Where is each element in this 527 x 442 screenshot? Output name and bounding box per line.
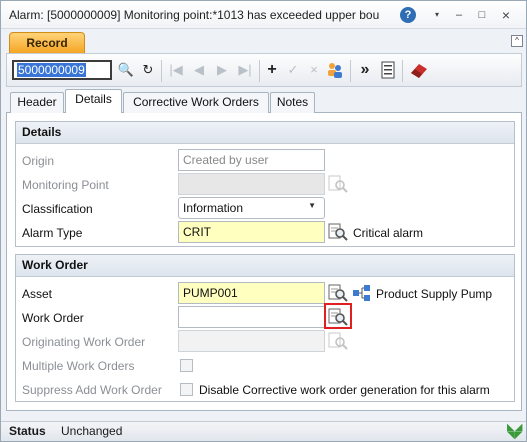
alarm-type-description: Critical alarm <box>353 226 424 240</box>
tab-notes[interactable]: Notes <box>270 92 315 113</box>
originating-work-order-label: Originating Work Order <box>22 335 146 349</box>
classification-select[interactable]: Information ▼ <box>178 197 325 219</box>
classification-label: Classification <box>22 202 93 216</box>
next-record-icon[interactable]: ▶ <box>213 61 231 79</box>
work-order-lookup-icon[interactable] <box>328 307 348 327</box>
more-actions-icon[interactable]: » <box>356 61 374 79</box>
monitoring-point-field[interactable] <box>178 173 325 195</box>
status-value: Unchanged <box>61 424 123 438</box>
chevron-down-icon: ▼ <box>308 201 316 210</box>
toolbar-separator <box>161 60 162 82</box>
cancel-x-icon[interactable]: × <box>305 61 323 79</box>
collapse-ribbon-icon[interactable]: ^ <box>511 35 523 47</box>
record-id-value: 5000000009 <box>17 63 86 77</box>
tab-details[interactable]: Details <box>65 89 122 114</box>
multiple-work-orders-label: Multiple Work Orders <box>22 359 135 373</box>
work-order-section-heading: Work Order <box>16 255 514 277</box>
tab-corrective-work-orders[interactable]: Corrective Work Orders <box>123 92 269 113</box>
record-toolbar: 5000000009 🔍 ↻ |◀ ◀ ▶ ▶| + ✓ × » <box>6 53 522 87</box>
title-bar[interactable]: Alarm: [5000000009] Monitoring point:*10… <box>1 1 526 29</box>
alarm-window: Alarm: [5000000009] Monitoring point:*10… <box>0 0 527 442</box>
asset-lookup-icon[interactable] <box>328 283 348 303</box>
originating-work-order-field[interactable] <box>178 330 325 352</box>
window-menu-caret-icon[interactable]: ▾ <box>431 7 443 23</box>
alarm-type-lookup-icon[interactable] <box>328 222 348 242</box>
minimize-button[interactable]: – <box>452 7 466 23</box>
originating-work-order-lookup-icon[interactable] <box>328 331 348 351</box>
ribbon-tab-record[interactable]: Record <box>9 32 85 53</box>
tab-bar: Header Details Corrective Work Orders No… <box>6 89 522 114</box>
details-tab-panel: Details Origin Created by user Monitorin… <box>6 113 522 411</box>
resize-grip-icon[interactable]: ◣◢ ◥◤ <box>507 423 523 441</box>
monitoring-point-label: Monitoring Point <box>22 178 109 192</box>
close-button[interactable]: × <box>498 7 514 23</box>
work-order-field[interactable] <box>178 306 325 328</box>
asset-field[interactable]: PUMP001 <box>178 282 325 304</box>
refresh-icon[interactable]: ↻ <box>139 61 157 79</box>
classification-value: Information <box>183 201 244 215</box>
save-check-icon[interactable]: ✓ <box>284 61 302 79</box>
toolbar-separator <box>402 60 403 82</box>
first-record-icon[interactable]: |◀ <box>167 61 185 79</box>
asset-hierarchy-icon[interactable] <box>352 283 372 303</box>
maximize-button[interactable]: □ <box>475 7 489 23</box>
window-title: Alarm: [5000000009] Monitoring point:*10… <box>9 8 380 22</box>
suppress-add-work-order-checkbox[interactable] <box>180 383 193 396</box>
toolbar-separator <box>259 60 260 82</box>
record-id-input[interactable]: 5000000009 <box>12 60 112 80</box>
toolbar-separator <box>350 60 351 82</box>
suppress-description: Disable Corrective work order generation… <box>199 383 490 397</box>
details-section-heading: Details <box>16 122 514 144</box>
asset-label: Asset <box>22 287 53 301</box>
details-section: Details Origin Created by user Monitorin… <box>15 121 515 247</box>
add-icon[interactable]: + <box>263 61 281 79</box>
alarm-type-label: Alarm Type <box>22 226 83 240</box>
multiple-work-orders-checkbox[interactable] <box>180 359 193 372</box>
list-view-icon[interactable] <box>379 61 397 79</box>
eraser-icon[interactable] <box>409 61 427 79</box>
status-label: Status <box>9 424 46 438</box>
previous-record-icon[interactable]: ◀ <box>190 61 208 79</box>
help-icon[interactable]: ? <box>400 7 416 23</box>
alarm-type-field[interactable]: CRIT <box>178 221 325 243</box>
users-icon[interactable] <box>326 61 344 79</box>
monitoring-point-lookup-icon[interactable] <box>328 174 348 194</box>
search-icon[interactable]: 🔍 <box>117 61 135 79</box>
last-record-icon[interactable]: ▶| <box>236 61 254 79</box>
asset-description: Product Supply Pump <box>376 287 493 301</box>
status-bar: Status Unchanged ◣◢ ◥◤ <box>1 421 526 441</box>
tab-header[interactable]: Header <box>10 92 64 113</box>
work-order-label: Work Order <box>22 311 84 325</box>
suppress-add-work-order-label: Suppress Add Work Order <box>22 383 162 397</box>
origin-field[interactable]: Created by user <box>178 149 325 171</box>
work-order-section: Work Order Asset PUMP001 Product Supply … <box>15 254 515 402</box>
origin-label: Origin <box>22 154 55 168</box>
